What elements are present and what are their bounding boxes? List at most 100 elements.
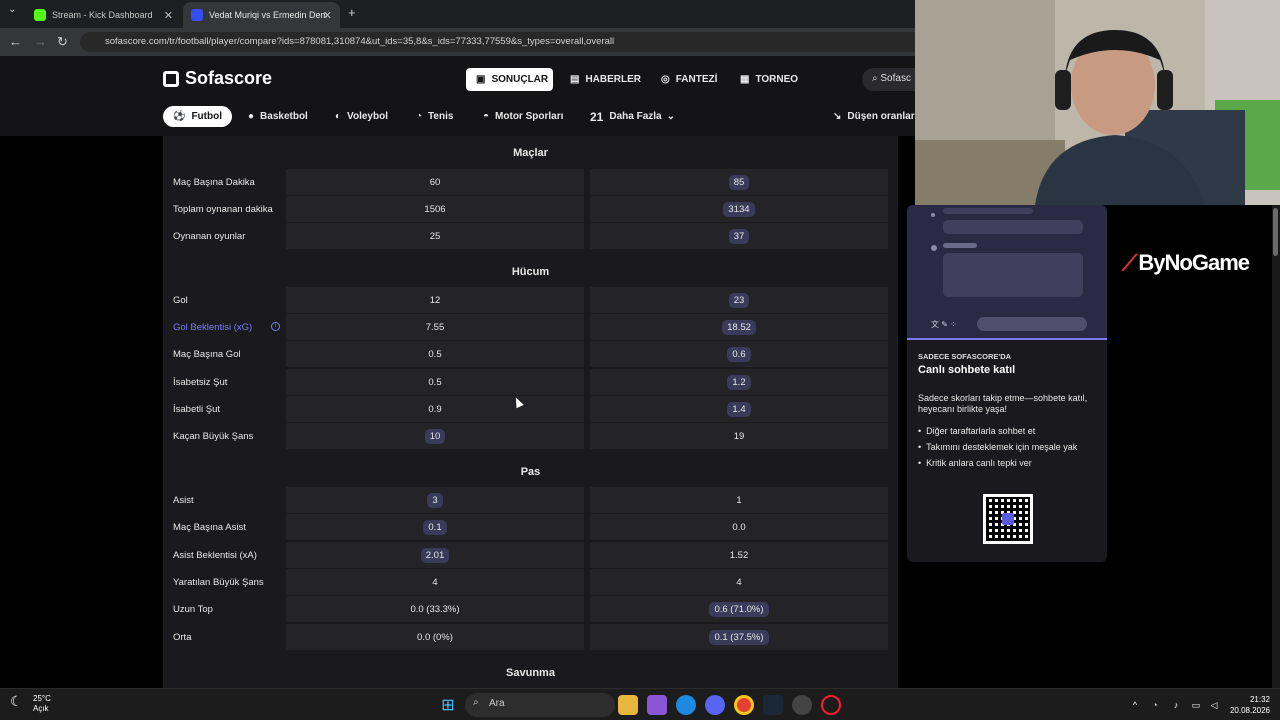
file-explorer-icon[interactable] [618,695,638,715]
section-title-defence: Savunma [506,667,555,679]
promo-kicker: SADECE SOFASCORE'DA [918,352,1012,361]
player-a-value: 60 [286,169,584,196]
nav-torneo[interactable]: ▦ TORNEO [730,68,808,91]
nav-label: SONUÇLAR [491,74,549,85]
sofascore-logo[interactable]: Sofascore [163,68,272,89]
sport-label: Daha Fazla [609,111,662,122]
close-icon[interactable]: ✕ [164,9,173,22]
basketball-icon: ● [248,111,255,122]
stat-label: İsabetsiz Şut [173,377,228,388]
url-field[interactable]: sofascore.com/tr/football/player/compare… [80,32,980,52]
player-a-value: 7.55 [286,314,584,341]
nav-results[interactable]: ▣ SONUÇLAR [466,68,553,91]
chrome-icon[interactable] [734,695,754,715]
news-icon: ▤ [570,74,580,85]
bynogame-icon: ⟋ [1122,250,1137,275]
nav-fantasy[interactable]: ◎ FANTEZİ [651,68,727,91]
monitor-icon[interactable]: ▭ [1186,695,1206,715]
stat-value: 2.01 [420,547,450,563]
tab-list-icon[interactable]: ⌄ [8,4,16,15]
url-text: sofascore.com/tr/football/player/compare… [105,36,615,47]
player-a-value: 3 [286,487,584,514]
app-icon[interactable] [647,695,667,715]
player-b-value: 18.52 [590,314,888,341]
stat-label: İsabetli Şut [173,404,220,415]
weather-widget[interactable]: ☾ 25°C Açık [10,694,51,714]
stat-value: 60 [429,176,441,188]
steam-icon[interactable] [763,695,783,715]
opera-icon[interactable] [821,695,841,715]
results-icon: ▣ [476,74,486,85]
taskbar-clock[interactable]: 21:32 20.08.2026 [1225,694,1270,716]
stat-row: İsabetsiz Şut 0.5 1.2 [163,369,898,396]
sport-tab-football[interactable]: ⚽ Futbol [163,106,232,127]
trend-down-icon: ↘ [833,111,842,122]
webcam-overlay [915,0,1280,205]
discord-icon[interactable] [705,695,725,715]
stat-value: 25 [429,230,441,242]
nav-label: HABERLER [585,74,642,85]
sport-tab-tennis[interactable]: ◔ Tenis [406,106,463,127]
sport-tab-motorsport[interactable]: ◓ Motor Sporları [473,106,573,127]
moon-icon: ☾ [10,693,23,709]
stat-value: 1.2 [727,374,751,390]
info-icon[interactable]: i [271,322,280,331]
edge-icon[interactable] [676,695,696,715]
stat-row: Oynanan oyunlar 25 37 [163,223,898,250]
sport-tab-basketball[interactable]: ● Basketbol [238,106,318,127]
qr-code[interactable] [983,494,1033,544]
stat-label: Maç Başına Dakika [173,177,255,188]
stat-label[interactable]: Gol Beklentisi (xG) [173,322,252,333]
windows-taskbar: ☾ 25°C Açık ⊞ ⌕ Ara ^ ◔ ♪ ▭ ◁ 21:32 20.0… [0,688,1280,720]
live-chat-promo-card: 文 ✎ ⁘ SADECE SOFASCORE'DA Canlı sohbete … [907,205,1107,562]
player-b-value: 19 [590,423,888,450]
stat-value: 0.6 (71.0%) [709,601,769,617]
windows-start-icon[interactable]: ⊞ [438,695,458,715]
sport-label: Basketbol [260,111,308,122]
player-b-value: 0.6 (71.0%) [590,596,888,623]
back-icon[interactable]: ← [9,34,22,49]
stat-value: 19 [733,430,745,442]
promo-bullet: • Kritik anlara canlı tepki ver [918,458,1032,468]
player-b-value: 1.4 [590,396,888,423]
sport-label: Voleybol [347,111,388,122]
scrollbar-thumb[interactable] [1273,208,1278,256]
dropping-odds-link[interactable]: ↘ Düşen oranlar [823,106,925,127]
stat-value: 4 [432,576,438,588]
player-a-value: 0.0 (33.3%) [286,596,584,623]
stat-row: Yaratılan Büyük Şans 4 4 [163,569,898,596]
mic-icon[interactable]: ♪ [1166,695,1186,715]
stat-value: 0.5 [428,376,442,388]
player-b-value: 37 [590,223,888,250]
sponsor-logo: ⟋ByNoGame [1122,250,1250,275]
stat-value: 1.4 [727,401,751,417]
torneo-icon: ▦ [740,74,750,85]
dropping-odds-label: Düşen oranlar [847,111,915,122]
player-a-value: 0.5 [286,369,584,396]
stat-value: 1 [736,494,742,506]
taskbar-search-text: Ara [489,698,505,709]
chevron-up-icon[interactable]: ^ [1125,695,1145,715]
settings-icon[interactable] [792,695,812,715]
close-icon[interactable]: ✕ [323,9,332,22]
reload-icon[interactable]: ↻ [57,34,68,50]
football-icon: ⚽ [173,111,186,122]
nav-news[interactable]: ▤ HABERLER [560,68,651,91]
weather-temp: 25°C [33,694,51,703]
stat-value: 12 [429,294,441,306]
forward-icon[interactable]: → [34,34,47,49]
taskbar-search[interactable]: ⌕ Ara [465,693,615,717]
network-app-icon[interactable]: ◔ [1145,695,1165,715]
sport-tab-more[interactable]: 21 Daha Fazla ⌄ [580,106,685,127]
sport-tab-volleyball[interactable]: ◐ Voleybol [325,106,398,127]
player-a-value: 0.5 [286,341,584,368]
player-a-value: 12 [286,287,584,314]
chat-toolbar-icons: 文 ✎ ⁘ [931,320,957,329]
new-tab-icon[interactable]: + [348,5,356,20]
tab-kick-dashboard[interactable]: Stream - Kick Dashboard ✕ [26,2,181,28]
speaker-icon[interactable]: ◁ [1204,695,1224,715]
scrollbar[interactable] [1272,205,1280,688]
tab-sofascore-compare[interactable]: Vedat Muriqi vs Ermedin Demir ✕ [183,2,340,28]
stat-label: Asist Beklentisi (xA) [173,550,257,561]
search-text: Sofasc [880,73,911,84]
